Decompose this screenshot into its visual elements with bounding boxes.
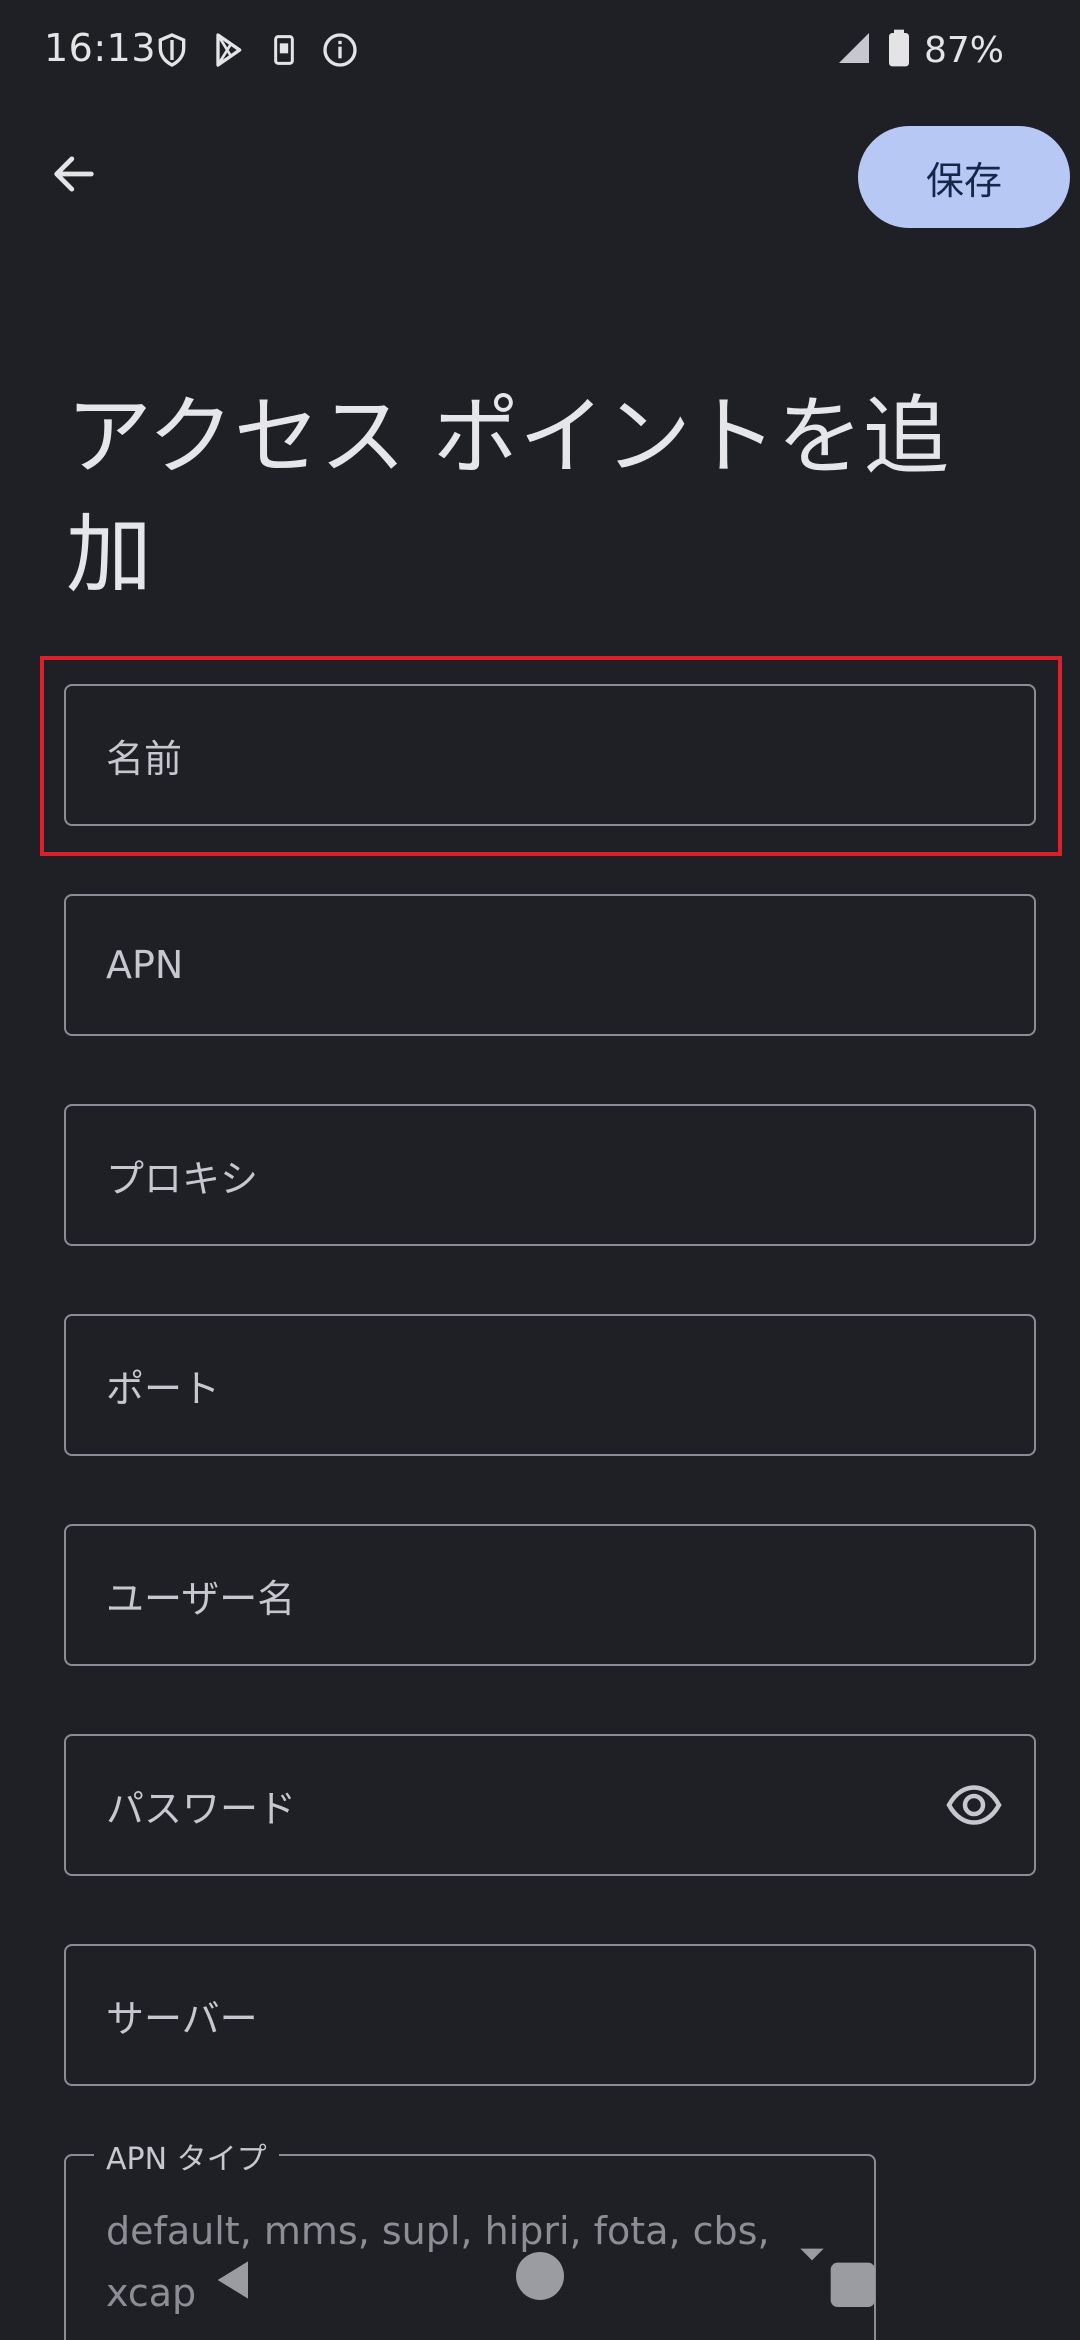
password-field-placeholder: パスワード	[106, 1786, 297, 1831]
username-field[interactable]: ユーザー名	[64, 1524, 1036, 1666]
nav-home-icon[interactable]	[516, 2252, 564, 2300]
apn-type-label: APN タイプ	[94, 2134, 279, 2178]
port-field[interactable]: ポート	[64, 1314, 1036, 1456]
username-field-placeholder: ユーザー名	[106, 1576, 296, 1621]
server-field[interactable]: サーバー	[64, 1944, 1036, 2086]
apn-field-placeholder: APN	[106, 943, 184, 987]
play-store-icon	[208, 30, 248, 74]
back-button[interactable]	[38, 138, 110, 210]
status-icons-left	[152, 30, 360, 74]
status-right: 87%	[834, 28, 1004, 72]
signal-icon	[834, 28, 874, 72]
proxy-field[interactable]: プロキシ	[64, 1104, 1036, 1246]
shield-icon	[152, 30, 192, 74]
password-field[interactable]: パスワード	[64, 1734, 1036, 1876]
name-field[interactable]: 名前	[64, 684, 1036, 826]
nav-recents-icon[interactable]	[800, 2244, 880, 2314]
status-bar: 16:13 87%	[0, 0, 1080, 104]
server-field-placeholder: サーバー	[106, 1996, 258, 2041]
apn-field[interactable]: APN	[64, 894, 1036, 1036]
screen: 16:13 87% 保存 アクセス ポイントを追加 名前 APN プロキシ ポー…	[0, 0, 1080, 2340]
arrow-left-icon	[54, 156, 94, 192]
name-field-placeholder: 名前	[106, 736, 183, 781]
nav-back-icon[interactable]	[206, 2252, 262, 2308]
sim-card-icon	[264, 30, 304, 74]
eye-icon[interactable]	[942, 1773, 1006, 1837]
battery-icon	[886, 28, 912, 72]
status-time: 16:13	[44, 26, 157, 70]
proxy-field-placeholder: プロキシ	[106, 1156, 259, 1201]
battery-percent: 87%	[923, 29, 1004, 71]
info-icon	[320, 30, 360, 74]
page-title: アクセス ポイントを追加	[66, 387, 950, 605]
navigation-bar	[0, 2214, 1080, 2340]
save-button[interactable]: 保存	[858, 126, 1070, 228]
port-field-placeholder: ポート	[106, 1366, 221, 1411]
